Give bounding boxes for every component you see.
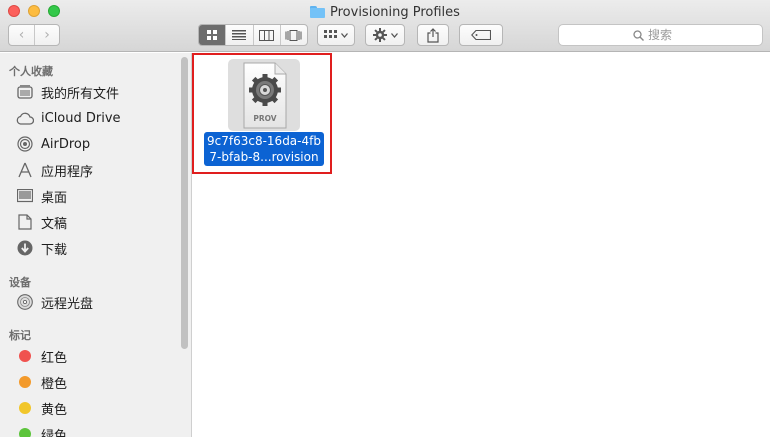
view-mode-selector	[198, 24, 308, 46]
icon-view-button[interactable]	[199, 25, 226, 45]
sidebar-item-label: 下载	[41, 242, 68, 258]
sidebar-item-label: 应用程序	[41, 164, 94, 180]
sidebar-item-applications[interactable]: 应用程序	[16, 159, 176, 181]
share-button[interactable]	[417, 24, 449, 46]
sidebar-item-tag-green[interactable]: 绿色	[16, 423, 176, 437]
sidebar-item-label: 远程光盘	[41, 296, 94, 312]
file-name-line-1: 9c7f63c8-16da-4fb	[207, 134, 321, 148]
tag-icon	[471, 30, 491, 40]
column-view-icon	[259, 29, 275, 41]
devices-section-header: 设备	[9, 276, 31, 289]
file-name-line-2: 7-bfab-8...rovision	[209, 150, 319, 164]
navigation-buttons: ‹ ›	[8, 24, 60, 46]
back-button[interactable]: ‹	[9, 25, 34, 45]
arrange-button[interactable]	[317, 24, 355, 46]
file-type-label: PROV	[253, 114, 276, 123]
sidebar-item-downloads[interactable]: 下载	[16, 237, 176, 259]
sidebar-item-tag-yellow[interactable]: 黄色	[16, 397, 176, 419]
search-field[interactable]	[558, 24, 763, 46]
sidebar-item-documents[interactable]: 文稿	[16, 211, 176, 233]
documents-icon	[16, 213, 34, 231]
folder-icon	[310, 6, 325, 18]
search-input[interactable]	[648, 28, 688, 42]
remote-disc-icon	[16, 293, 34, 311]
window-title-label: Provisioning Profiles	[330, 4, 460, 20]
chevron-right-icon: ›	[44, 27, 50, 43]
favorites-section-header: 个人收藏	[9, 65, 53, 78]
file-name-label[interactable]: 9c7f63c8-16da-4fb 7-bfab-8...rovision	[204, 132, 324, 166]
action-menu-button[interactable]	[365, 24, 405, 46]
green-tag-icon	[19, 428, 31, 437]
window-toolbar: Provisioning Profiles ‹ ›	[0, 0, 770, 52]
minimize-window-button[interactable]	[28, 5, 40, 17]
file-thumbnail[interactable]: PROV	[228, 59, 300, 131]
sidebar-item-icloud-drive[interactable]: iCloud Drive	[16, 107, 176, 129]
forward-button[interactable]: ›	[33, 25, 59, 45]
edit-tags-button[interactable]	[459, 24, 503, 46]
sidebar-item-label: 红色	[41, 350, 68, 366]
grid-arrange-icon	[324, 30, 337, 38]
tags-section-header: 标记	[9, 329, 31, 342]
sidebar-item-label: 桌面	[41, 190, 68, 206]
close-window-button[interactable]	[8, 5, 20, 17]
icon-view-icon	[207, 30, 218, 40]
sidebar-item-label: 文稿	[41, 216, 68, 232]
sidebar-item-tag-red[interactable]: 红色	[16, 345, 176, 367]
zoom-window-button[interactable]	[48, 5, 60, 17]
downloads-icon	[16, 239, 34, 257]
sidebar-item-airdrop[interactable]: AirDrop	[16, 133, 176, 155]
sidebar-item-label: 我的所有文件	[41, 86, 120, 102]
red-tag-icon	[19, 350, 31, 362]
sidebar-item-label: 黄色	[41, 402, 68, 418]
sidebar: 个人收藏 我的所有文件 iCloud Drive AirDrop 应用程序 桌面	[0, 53, 192, 437]
sidebar-item-tag-orange[interactable]: 橙色	[16, 371, 176, 393]
sidebar-item-all-my-files[interactable]: 我的所有文件	[16, 81, 176, 103]
sidebar-item-label: 绿色	[41, 428, 68, 437]
window-title: Provisioning Profiles	[310, 3, 460, 21]
sidebar-item-label: 橙色	[41, 376, 68, 392]
applications-icon	[16, 161, 34, 179]
desktop-icon	[16, 187, 34, 205]
provisioning-profile-file-icon: PROV	[243, 62, 287, 129]
yellow-tag-icon	[19, 402, 31, 414]
chevron-left-icon: ‹	[18, 27, 25, 43]
cover-flow-view-button[interactable]	[279, 25, 307, 45]
file-browser-area[interactable]: PROV 9c7f63c8-16da-4fb 7-bfab-8...rovisi…	[192, 53, 770, 437]
sidebar-item-label: iCloud Drive	[41, 110, 121, 126]
sidebar-item-remote-disc[interactable]: 远程光盘	[16, 291, 176, 313]
gear-icon	[372, 28, 387, 42]
orange-tag-icon	[19, 376, 31, 388]
all-files-icon	[16, 83, 34, 101]
sidebar-item-desktop[interactable]: 桌面	[16, 185, 176, 207]
sidebar-item-label: AirDrop	[41, 136, 91, 152]
sidebar-scrollbar-thumb[interactable]	[181, 57, 188, 349]
list-view-icon	[232, 30, 247, 40]
share-icon	[427, 27, 439, 43]
column-view-button[interactable]	[252, 25, 280, 45]
chevron-down-icon	[341, 32, 348, 38]
chevron-down-icon	[390, 32, 398, 38]
cover-flow-icon	[285, 29, 302, 41]
list-view-button[interactable]	[225, 25, 252, 45]
cloud-icon	[16, 109, 34, 127]
search-icon	[633, 29, 644, 41]
airdrop-icon	[16, 135, 34, 153]
